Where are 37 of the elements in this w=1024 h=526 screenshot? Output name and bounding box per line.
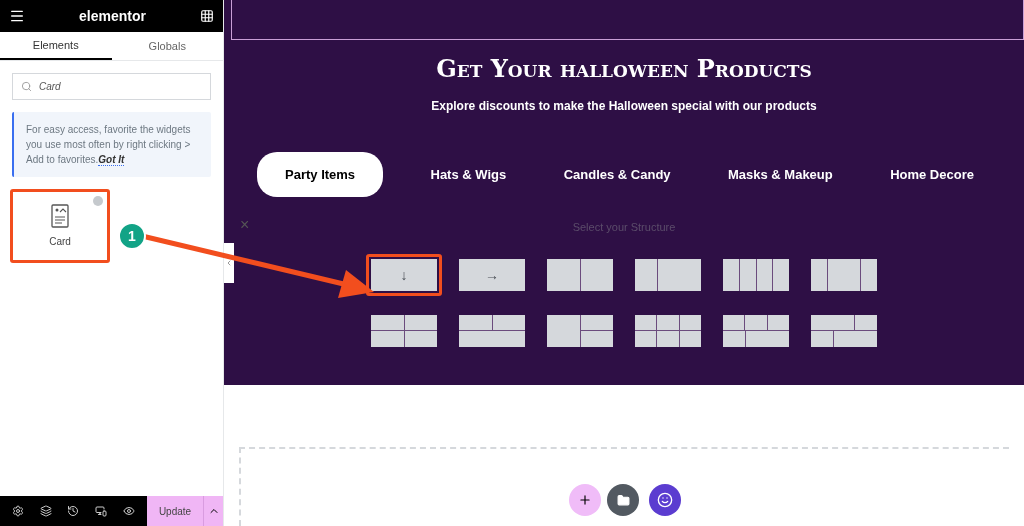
folder-icon <box>616 493 630 507</box>
category-tab[interactable]: Party Items <box>257 152 384 197</box>
collapse-panel-button[interactable] <box>224 243 234 283</box>
apps-icon[interactable] <box>200 9 214 23</box>
got-it-link[interactable]: Got It <box>98 154 125 166</box>
section-title: Get Your halloween Products <box>436 53 812 85</box>
responsive-icon[interactable] <box>95 505 108 517</box>
category-tab[interactable]: Candles & Candy <box>553 152 681 197</box>
search-icon <box>21 81 32 92</box>
preview-icon[interactable] <box>123 505 136 517</box>
smiley-icon <box>657 492 673 508</box>
layers-icon[interactable] <box>39 505 52 517</box>
add-section-button[interactable] <box>569 484 601 516</box>
structure-heading: Select your Structure <box>572 220 676 235</box>
kit-button[interactable] <box>649 484 681 516</box>
panel-tab[interactable]: Globals <box>111 32 223 60</box>
history-icon[interactable] <box>67 505 80 517</box>
category-tab[interactable]: Masks & Makeup <box>717 152 843 197</box>
card-icon <box>51 203 69 228</box>
settings-icon[interactable] <box>11 505 24 517</box>
template-library-button[interactable] <box>607 484 639 516</box>
structure-preset[interactable]: ↓ <box>366 253 442 296</box>
pro-badge-icon <box>93 196 103 206</box>
arrow-glyph: → <box>485 267 499 282</box>
chevron-icon <box>225 259 233 267</box>
widget-tile[interactable]: Card <box>10 189 110 263</box>
brand-logo: elementor <box>79 6 146 26</box>
category-tab[interactable]: Hats & Wigs <box>420 152 517 197</box>
update-button[interactable]: Update <box>147 496 203 526</box>
search-field[interactable]: Card <box>12 73 211 100</box>
panel-tab[interactable]: Elements <box>0 32 112 60</box>
section-subtitle: Explore discounts to make the Halloween special with our products <box>431 98 817 115</box>
category-tab[interactable]: Home Decore <box>880 152 984 197</box>
tip-text: For easy access, favorite the widgets you use most often by right clicking > Add to favorites.Got It <box>26 123 192 167</box>
plus-icon <box>578 493 592 507</box>
menu-icon[interactable] <box>9 8 25 24</box>
arrow-glyph: ↓ <box>400 267 408 282</box>
